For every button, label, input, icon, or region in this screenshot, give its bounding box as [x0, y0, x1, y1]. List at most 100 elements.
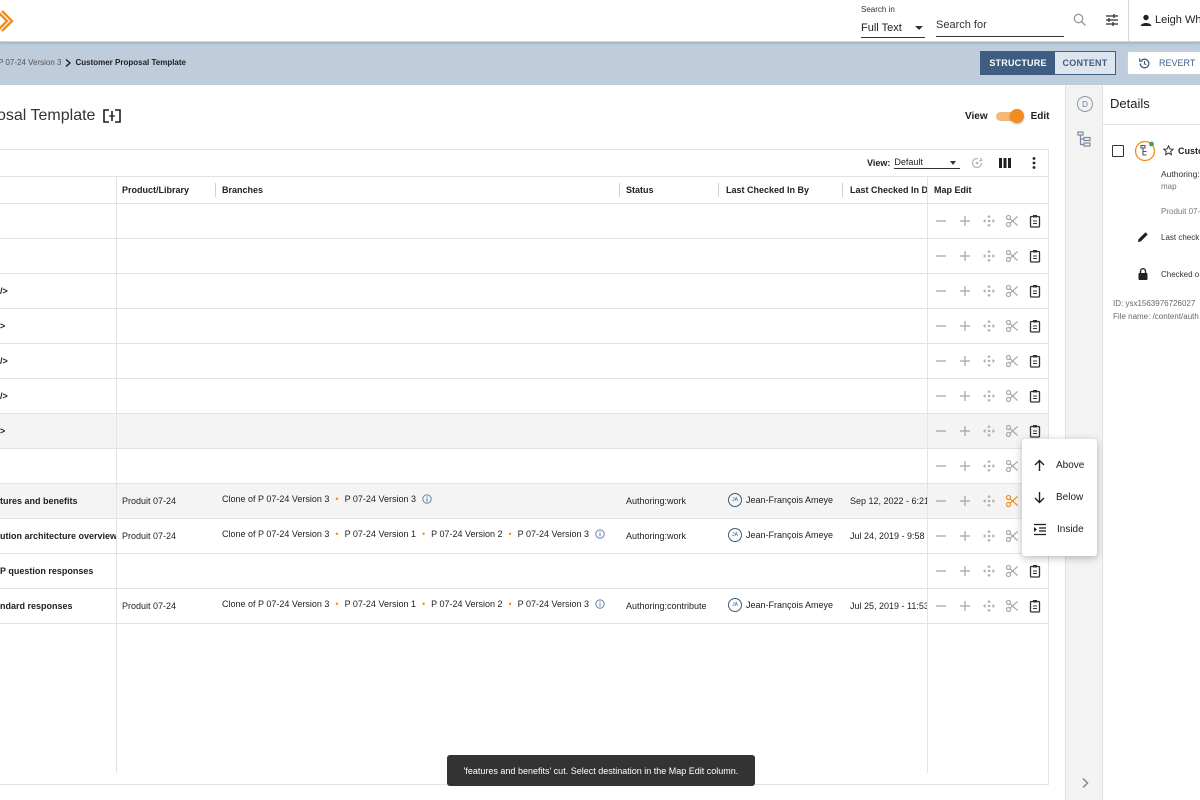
paste-inside-item[interactable]: Inside [1022, 514, 1097, 544]
clipboard-icon[interactable] [1028, 284, 1042, 298]
search-input[interactable]: Search for [936, 18, 1064, 37]
scissors-icon[interactable] [1005, 599, 1019, 613]
move-icon[interactable] [982, 214, 996, 228]
clipboard-icon[interactable] [1028, 424, 1042, 438]
clipboard-icon[interactable] [1028, 354, 1042, 368]
move-icon[interactable] [982, 529, 996, 543]
branch-label[interactable]: Clone of P 07-24 Version 3 [222, 599, 329, 609]
branch-label[interactable]: P 07-24 Version 1 [345, 529, 416, 539]
info-icon[interactable] [595, 599, 605, 609]
plus-icon[interactable] [958, 319, 972, 333]
details-tab-d[interactable]: D [1077, 96, 1093, 112]
more-vertical-icon[interactable] [1027, 156, 1041, 170]
breadcrumb-item-previous[interactable]: P 07-24 Version 3 [0, 58, 61, 67]
scissors-icon[interactable] [1005, 319, 1019, 333]
branch-label[interactable]: P 07-24 Version 3 [518, 599, 589, 609]
refresh-icon[interactable] [970, 156, 984, 170]
paste-above-item[interactable]: Above [1022, 450, 1097, 480]
paste-below-item[interactable]: Below [1022, 482, 1097, 512]
scissors-icon[interactable] [1005, 529, 1019, 543]
info-icon[interactable] [595, 529, 605, 539]
scissors-icon[interactable] [1005, 494, 1019, 508]
table-row[interactable]: tures and benefits Produit 07-24 Clone of … [0, 484, 1048, 519]
column-separator[interactable] [619, 183, 620, 197]
app-logo[interactable] [0, 9, 18, 33]
select-checkbox[interactable] [1112, 145, 1124, 157]
star-icon[interactable] [1163, 145, 1174, 156]
table-row[interactable] [0, 449, 1048, 484]
branch-label[interactable]: P 07-24 Version 1 [345, 599, 416, 609]
branch-label[interactable]: Clone of P 07-24 Version 3 [222, 494, 329, 504]
move-icon[interactable] [982, 389, 996, 403]
plus-icon[interactable] [958, 599, 972, 613]
plus-icon[interactable] [958, 424, 972, 438]
table-row[interactable]: > [0, 309, 1048, 344]
column-header-status[interactable]: Status [626, 185, 654, 195]
minus-icon[interactable] [934, 214, 948, 228]
scissors-icon[interactable] [1005, 249, 1019, 263]
move-icon[interactable] [982, 249, 996, 263]
table-row[interactable]: ution architecture overview Produit 07-24… [0, 519, 1048, 554]
plus-icon[interactable] [958, 284, 972, 298]
scissors-icon[interactable] [1005, 284, 1019, 298]
minus-icon[interactable] [934, 494, 948, 508]
plus-icon[interactable] [958, 354, 972, 368]
column-separator[interactable] [718, 183, 719, 197]
minus-icon[interactable] [934, 284, 948, 298]
scissors-icon[interactable] [1005, 459, 1019, 473]
tree-structure-icon[interactable] [1077, 131, 1093, 147]
clipboard-icon[interactable] [1028, 319, 1042, 333]
tab-structure[interactable]: STRUCTURE [981, 52, 1055, 74]
scissors-icon[interactable] [1005, 389, 1019, 403]
scissors-icon[interactable] [1005, 354, 1019, 368]
column-separator[interactable] [842, 183, 843, 197]
scissors-icon[interactable] [1005, 214, 1019, 228]
column-header-product[interactable]: Product/Library [122, 185, 189, 195]
move-icon[interactable] [982, 284, 996, 298]
table-row[interactable]: /> [0, 274, 1048, 309]
column-header-map-edit[interactable]: Map Edit [934, 185, 972, 195]
table-row[interactable]: /> [0, 344, 1048, 379]
scissors-icon[interactable] [1005, 424, 1019, 438]
column-header-checked-in-date[interactable]: Last Checked In Da [850, 185, 928, 195]
table-row[interactable]: > [0, 414, 1048, 449]
plus-icon[interactable] [958, 249, 972, 263]
minus-icon[interactable] [934, 564, 948, 578]
columns-icon[interactable] [998, 156, 1012, 170]
clipboard-icon[interactable] [1028, 564, 1042, 578]
branch-label[interactable]: P 07-24 Version 2 [431, 529, 502, 539]
plus-icon[interactable] [958, 494, 972, 508]
clipboard-icon[interactable] [1028, 214, 1042, 228]
minus-icon[interactable] [934, 354, 948, 368]
table-row[interactable]: ndard responses Produit 07-24 Clone of P 0… [0, 589, 1048, 624]
plus-icon[interactable] [958, 459, 972, 473]
info-icon[interactable] [422, 494, 432, 504]
table-row[interactable]: /> [0, 379, 1048, 414]
search-scope-select[interactable]: Full Text [861, 18, 925, 38]
plus-icon[interactable] [958, 564, 972, 578]
view-select[interactable]: Default [894, 157, 961, 169]
move-icon[interactable] [982, 319, 996, 333]
plus-icon[interactable] [958, 389, 972, 403]
scissors-icon[interactable] [1005, 564, 1019, 578]
search-icon[interactable] [1073, 13, 1087, 27]
table-row[interactable] [0, 239, 1048, 274]
move-icon[interactable] [982, 599, 996, 613]
filter-sliders-icon[interactable] [1105, 13, 1119, 27]
table-row[interactable] [0, 204, 1048, 239]
move-icon[interactable] [982, 354, 996, 368]
plus-icon[interactable] [958, 529, 972, 543]
branch-label[interactable]: P 07-24 Version 2 [431, 599, 502, 609]
clipboard-icon[interactable] [1028, 599, 1042, 613]
chevron-right-icon[interactable] [1080, 777, 1090, 789]
minus-icon[interactable] [934, 389, 948, 403]
minus-icon[interactable] [934, 319, 948, 333]
minus-icon[interactable] [934, 459, 948, 473]
plus-icon[interactable] [958, 214, 972, 228]
column-separator[interactable] [215, 183, 216, 197]
minus-icon[interactable] [934, 424, 948, 438]
clipboard-icon[interactable] [1028, 249, 1042, 263]
move-icon[interactable] [982, 494, 996, 508]
minus-icon[interactable] [934, 599, 948, 613]
tab-content[interactable]: CONTENT [1055, 52, 1115, 74]
